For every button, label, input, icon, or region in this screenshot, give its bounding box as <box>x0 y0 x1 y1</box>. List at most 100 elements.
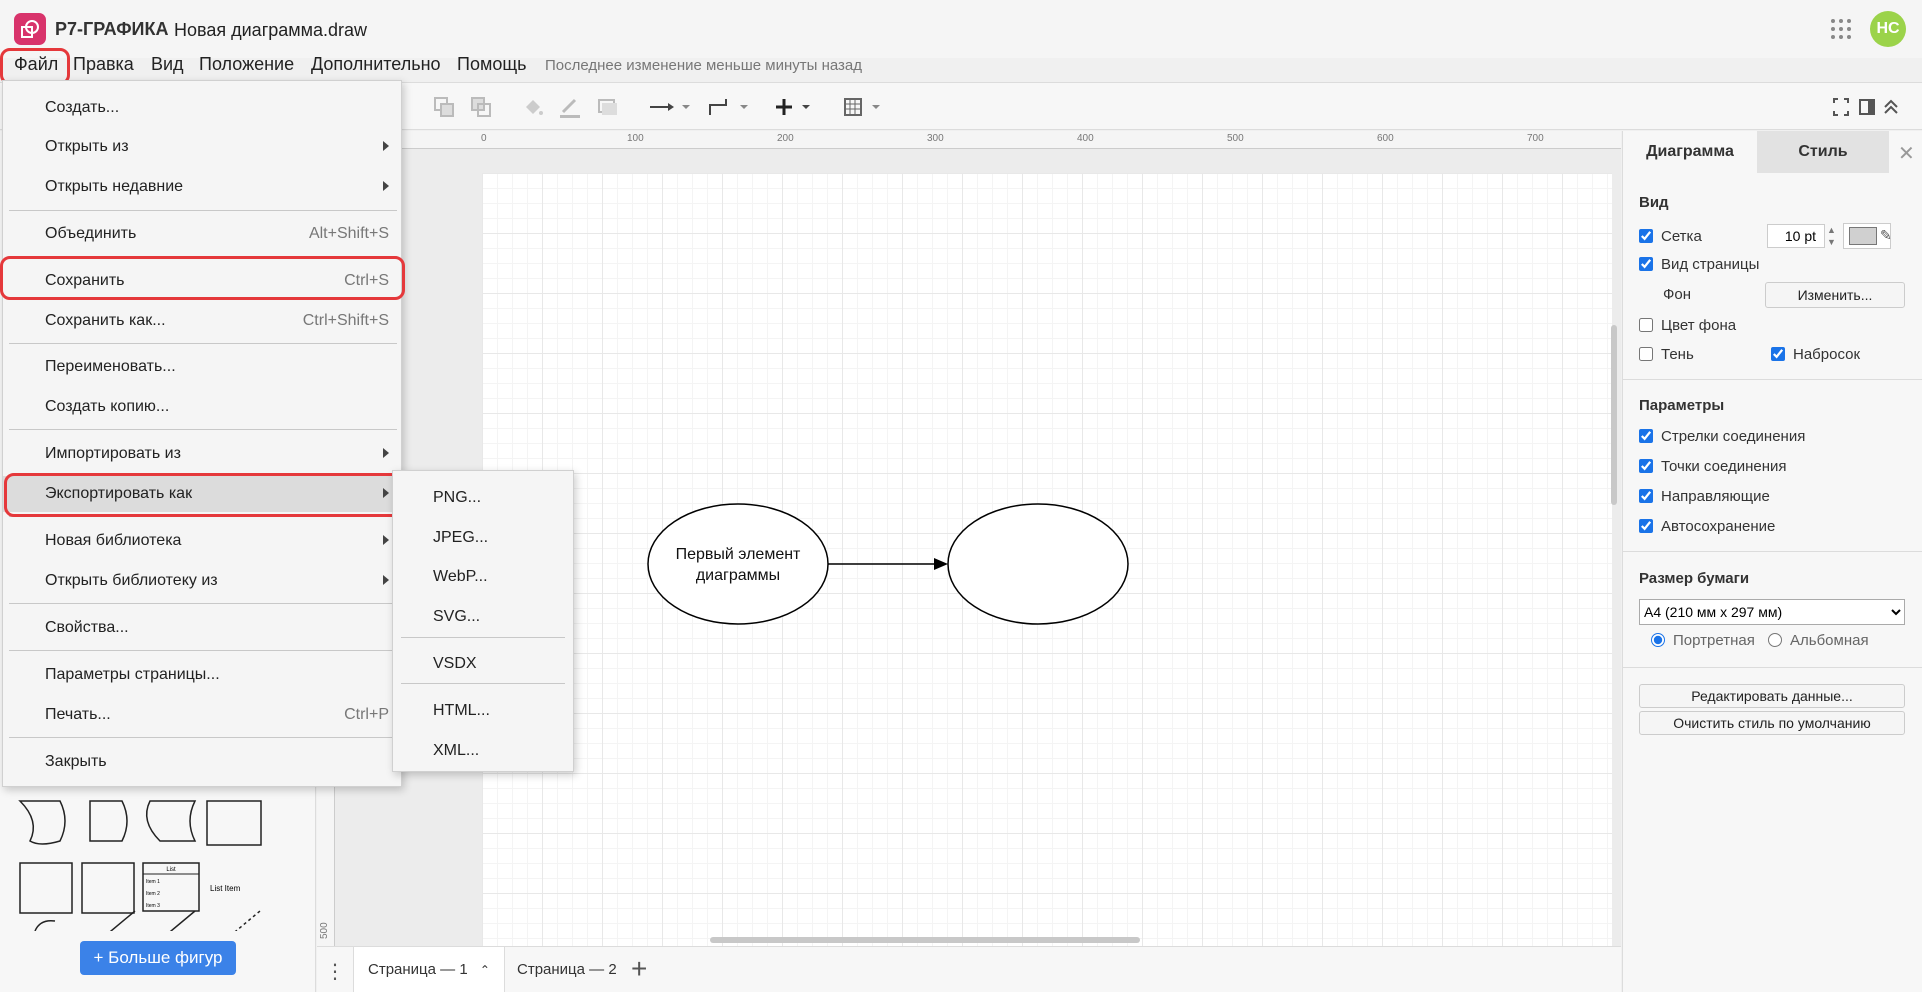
menu-separator <box>9 603 397 604</box>
grid-size-input[interactable] <box>1767 224 1825 248</box>
param-row[interactable]: Направляющие <box>1639 488 1770 505</box>
export-xml[interactable]: XML... <box>393 733 573 767</box>
table-icon[interactable] <box>842 95 886 119</box>
line-color-icon[interactable] <box>558 95 582 119</box>
menu-edit[interactable]: Правка <box>73 54 134 75</box>
chevron-up-icon[interactable]: ⌃ <box>480 963 490 977</box>
export-webp[interactable]: WebP... <box>393 559 573 593</box>
file-menu-open-library-from[interactable]: Открыть библиотеку из <box>3 563 401 599</box>
fill-color-icon[interactable] <box>521 95 545 119</box>
file-menu-open-from[interactable]: Открыть из <box>3 129 401 165</box>
param-label: Направляющие <box>1661 488 1770 505</box>
file-menu-close[interactable]: Закрыть <box>3 744 401 780</box>
pencil-icon[interactable]: ✎ <box>1880 227 1892 244</box>
landscape-radio[interactable] <box>1768 633 1782 647</box>
apps-grid-icon[interactable] <box>1830 18 1852 40</box>
page-tab-2[interactable]: Страница — 2 <box>503 947 631 992</box>
more-shapes-button[interactable]: + Больше фигур <box>80 941 236 975</box>
menu-separator <box>9 650 397 651</box>
to-back-icon[interactable] <box>469 95 493 119</box>
grid-color-swatch[interactable] <box>1849 227 1877 245</box>
landscape-row[interactable]: Альбомная <box>1768 632 1869 649</box>
export-html[interactable]: HTML... <box>393 693 573 727</box>
export-jpeg[interactable]: JPEG... <box>393 520 573 554</box>
portrait-row[interactable]: Портретная <box>1651 632 1755 649</box>
close-icon[interactable]: ✕ <box>1898 141 1915 166</box>
portrait-radio[interactable] <box>1651 633 1665 647</box>
shape-thumb-2 <box>89 800 128 842</box>
user-avatar[interactable]: НС <box>1870 11 1906 47</box>
page-view-checkbox[interactable] <box>1639 257 1653 271</box>
bg-color-checkbox[interactable] <box>1639 318 1653 332</box>
to-front-icon[interactable] <box>432 95 456 119</box>
paper-size-select[interactable]: A4 (210 мм x 297 мм) <box>1639 599 1905 625</box>
file-menu-make-copy[interactable]: Создать копию... <box>3 389 401 425</box>
shadow-checkbox[interactable] <box>1639 347 1653 361</box>
tab-diagram[interactable]: Диаграмма <box>1623 131 1757 173</box>
bg-color-row[interactable]: Цвет фона <box>1639 317 1736 334</box>
page-tab-label: Страница — 1 <box>368 961 468 978</box>
connection-points-checkbox[interactable] <box>1639 459 1653 473</box>
page-view-row[interactable]: Вид страницы <box>1639 256 1759 273</box>
horizontal-scrollbar[interactable] <box>710 937 1140 943</box>
waypoints-icon[interactable] <box>706 95 750 119</box>
menu-separator <box>401 637 565 638</box>
add-page-icon[interactable]: + <box>631 953 647 985</box>
vertical-scrollbar[interactable] <box>1611 325 1617 505</box>
fullscreen-icon[interactable] <box>1832 95 1850 119</box>
export-png[interactable]: PNG... <box>393 480 573 514</box>
landscape-label: Альбомная <box>1790 632 1869 649</box>
grid-checkbox-row[interactable]: Сетка <box>1639 228 1702 245</box>
file-menu-page-setup[interactable]: Параметры страницы... <box>3 657 401 693</box>
change-background-button[interactable]: Изменить... <box>1765 282 1905 308</box>
params-heading: Параметры <box>1639 397 1725 414</box>
file-menu-open-recent[interactable]: Открыть недавние <box>3 169 401 205</box>
shape-thumb-6 <box>81 862 135 914</box>
file-menu-new[interactable]: Создать... <box>3 90 401 126</box>
export-vsdx[interactable]: VSDX <box>393 646 573 680</box>
tab-style[interactable]: Стиль <box>1757 131 1889 173</box>
shape-1-label[interactable]: Первый элемент диаграммы <box>648 544 828 586</box>
ruler-label: 400 <box>1077 133 1094 144</box>
list-header: List <box>166 867 176 873</box>
grid-checkbox[interactable] <box>1639 229 1653 243</box>
file-menu-print[interactable]: Печать... Ctrl+P <box>3 697 401 733</box>
menu-arrange[interactable]: Положение <box>199 54 294 75</box>
file-menu-properties[interactable]: Свойства... <box>3 610 401 646</box>
param-row[interactable]: Автосохранение <box>1639 518 1775 535</box>
menu-view[interactable]: Вид <box>151 54 184 75</box>
app-name: Р7-ГРАФИКА <box>55 19 169 39</box>
submenu-arrow-icon <box>383 141 389 151</box>
collapse-icon[interactable] <box>1882 95 1900 119</box>
menu-help[interactable]: Помощь <box>457 54 527 75</box>
autosave-checkbox[interactable] <box>1639 519 1653 533</box>
param-row[interactable]: Точки соединения <box>1639 458 1787 475</box>
connection-arrows-checkbox[interactable] <box>1639 429 1653 443</box>
file-menu-new-library[interactable]: Новая библиотека <box>3 523 401 559</box>
clear-default-style-button[interactable]: Очистить стиль по умолчанию <box>1639 711 1905 735</box>
page-menu-icon[interactable]: ⋮ <box>325 959 345 984</box>
shadow-icon[interactable] <box>596 95 620 119</box>
document-title[interactable]: Новая диаграмма.draw <box>174 20 367 41</box>
ruler-label: 500 <box>319 922 330 939</box>
grid-size-stepper[interactable]: ▲ ▼ <box>1827 224 1836 248</box>
divider <box>1623 379 1922 380</box>
file-menu-merge[interactable]: Объединить Alt+Shift+S <box>3 216 401 252</box>
guides-checkbox[interactable] <box>1639 489 1653 503</box>
page-tab-1[interactable]: Страница — 1 ⌃ <box>353 947 505 992</box>
format-panel-icon[interactable] <box>1858 95 1876 119</box>
menu-extras[interactable]: Дополнительно <box>311 54 441 75</box>
file-menu-rename[interactable]: Переименовать... <box>3 349 401 385</box>
connection-style-icon[interactable] <box>648 95 692 119</box>
sketch-row[interactable]: Набросок <box>1771 346 1860 363</box>
file-menu-save-as[interactable]: Сохранить как... Ctrl+Shift+S <box>3 303 401 339</box>
shadow-row[interactable]: Тень <box>1639 346 1694 363</box>
highlight-save <box>0 256 405 300</box>
shape-library-thumbnails[interactable]: List Item 1 Item 2 Item 3 List Item <box>0 771 300 931</box>
edit-data-button[interactable]: Редактировать данные... <box>1639 684 1905 708</box>
sketch-checkbox[interactable] <box>1771 347 1785 361</box>
insert-icon[interactable] <box>772 95 816 119</box>
export-svg[interactable]: SVG... <box>393 599 573 633</box>
file-menu-import-from[interactable]: Импортировать из <box>3 436 401 472</box>
param-row[interactable]: Стрелки соединения <box>1639 428 1805 445</box>
